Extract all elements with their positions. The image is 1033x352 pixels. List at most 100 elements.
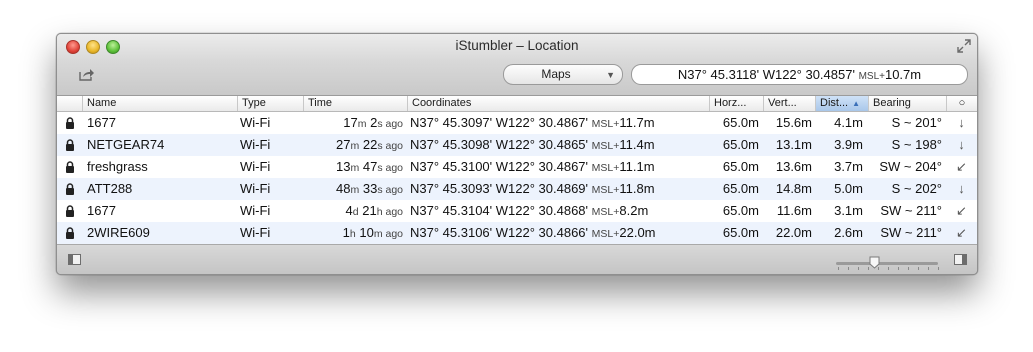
cell-name: 2WIRE609: [87, 225, 150, 240]
cell-vert: 13.6m: [775, 159, 812, 174]
current-location-field[interactable]: N37° 45.3118' W122° 30.4857' MSL+10.7m: [631, 64, 968, 85]
time-unit-2: s ago: [377, 162, 403, 174]
coord-latitude: N37° 45.3098': [410, 137, 493, 152]
cell-time: 1h 10m ago: [307, 222, 403, 244]
cell-coordinates: N37° 45.3100' W122° 30.4867' MSL+11.1m: [410, 156, 708, 178]
time-value-2: 33: [362, 181, 378, 196]
view-mode-popup[interactable]: Maps ▼: [503, 64, 623, 85]
time-unit-2: s ago: [377, 118, 403, 130]
cell-direction-arrow: ↓: [958, 137, 965, 152]
cell-dist: 3.1m: [834, 203, 863, 218]
slider-tick: [858, 267, 859, 270]
bottom-bar: [57, 244, 977, 274]
cell-bearing: S ~ 201°: [891, 115, 942, 130]
window-title: iStumbler – Location: [455, 38, 579, 53]
coord-altitude: 11.1m: [619, 159, 655, 174]
table-row[interactable]: ATT288 Wi-Fi 48m 33s ago N37° 45.3093' W122…: [57, 178, 977, 200]
column-header-vert[interactable]: Vert...: [763, 96, 815, 111]
coord-longitude: W122° 30.4868': [495, 203, 589, 218]
time-value-1: 27: [336, 137, 351, 152]
table-row[interactable]: 1677 Wi-Fi 4d 21h ago N37° 45.3104' W122° 3…: [57, 200, 977, 222]
cell-type: Wi-Fi: [240, 159, 271, 174]
coord-altitude: 11.8m: [619, 181, 655, 196]
column-header-horz[interactable]: Horz...: [709, 96, 763, 111]
cell-time: 13m 47s ago: [307, 156, 403, 178]
time-unit-1: h: [349, 228, 356, 240]
coord-latitude: N37° 45.3106': [410, 225, 493, 240]
cell-direction-arrow: ↓: [958, 181, 965, 196]
coord-latitude: N37° 45.3100': [410, 159, 493, 174]
time-value-1: 1: [342, 225, 350, 240]
column-header-direction[interactable]: ○: [946, 96, 977, 111]
coord-altitude: 11.4m: [619, 137, 655, 152]
cell-type: Wi-Fi: [240, 181, 271, 196]
cell-coordinates: N37° 45.3093' W122° 30.4869' MSL+11.8m: [410, 178, 708, 200]
left-sidebar-icon[interactable]: [68, 254, 81, 265]
chevron-down-icon: ▼: [606, 70, 615, 80]
coord-msl-label: MSL+: [591, 118, 620, 130]
coord-altitude: 22.0m: [619, 225, 656, 240]
lock-icon: [65, 205, 75, 217]
zoom-slider-knob[interactable]: [869, 256, 880, 269]
column-header-dist[interactable]: Dist... ▲: [815, 96, 868, 111]
coord-latitude: N37° 45.3093': [410, 181, 493, 196]
cell-vert: 22.0m: [775, 225, 812, 240]
cell-name: NETGEAR74: [87, 137, 165, 152]
column-header-time[interactable]: Time: [303, 96, 407, 111]
fullscreen-icon[interactable]: [957, 39, 971, 53]
table-row[interactable]: NETGEAR74 Wi-Fi 27m 22s ago N37° 45.3098' W…: [57, 134, 977, 156]
location-latitude: N37° 45.3118': [677, 67, 760, 82]
cell-horz: 65.0m: [722, 137, 759, 152]
cell-bearing: S ~ 202°: [891, 181, 942, 196]
cell-dist: 3.7m: [834, 159, 863, 174]
time-unit-1: m: [357, 118, 367, 130]
right-sidebar-icon[interactable]: [954, 254, 967, 265]
location-msl-label: MSL+: [858, 71, 885, 82]
slider-tick: [928, 267, 929, 270]
slider-tick: [848, 267, 849, 270]
coord-latitude: N37° 45.3104': [410, 203, 493, 218]
time-value-2: 22: [362, 137, 378, 152]
coord-altitude: 8.2m: [619, 203, 649, 218]
column-header-name[interactable]: Name: [82, 96, 237, 111]
cell-horz: 65.0m: [722, 115, 759, 130]
time-unit-1: m: [350, 140, 360, 152]
cell-name: 1677: [87, 203, 116, 218]
coord-msl-label: MSL+: [591, 206, 620, 218]
time-unit-2: s ago: [377, 184, 403, 196]
cell-coordinates: N37° 45.3106' W122° 30.4866' MSL+22.0m: [410, 222, 708, 244]
cell-vert: 13.1m: [775, 137, 812, 152]
table-row[interactable]: freshgrass Wi-Fi 13m 47s ago N37° 45.3100' …: [57, 156, 977, 178]
time-value-2: 21: [362, 203, 377, 218]
column-header-bearing[interactable]: Bearing: [868, 96, 946, 111]
time-value-1: 4: [345, 203, 353, 218]
table-row[interactable]: 2WIRE609 Wi-Fi 1h 10m ago N37° 45.3106' W12…: [57, 222, 977, 244]
cell-name: 1677: [87, 115, 116, 130]
time-unit-2: m ago: [373, 228, 403, 240]
cell-coordinates: N37° 45.3097' W122° 30.4867' MSL+11.7m: [410, 112, 708, 134]
cell-name: ATT288: [87, 181, 133, 196]
toolbar: iStumbler – Location Maps ▼ N37° 45.3118…: [57, 34, 977, 96]
coord-latitude: N37° 45.3097': [410, 115, 493, 130]
share-icon[interactable]: [79, 68, 95, 81]
cell-bearing: SW ~ 211°: [880, 225, 942, 240]
location-longitude: W122° 30.4857': [762, 67, 855, 82]
slider-tick: [908, 267, 909, 270]
coord-altitude: 11.7m: [619, 115, 655, 130]
cell-vert: 11.6m: [776, 203, 812, 218]
slider-tick: [918, 267, 919, 270]
view-mode-value: Maps: [541, 67, 571, 81]
column-header-coordinates[interactable]: Coordinates: [407, 96, 709, 111]
column-header-type[interactable]: Type: [237, 96, 303, 111]
cell-time: 48m 33s ago: [307, 178, 403, 200]
cell-bearing: SW ~ 211°: [880, 203, 942, 218]
cell-horz: 65.0m: [722, 181, 759, 196]
cell-dist: 3.9m: [834, 137, 863, 152]
cell-direction-arrow: ↓: [958, 115, 965, 130]
lock-icon: [65, 117, 75, 129]
cell-vert: 15.6m: [775, 115, 812, 130]
zoom-slider[interactable]: [836, 262, 938, 265]
table-row[interactable]: 1677 Wi-Fi 17m 2s ago N37° 45.3097' W122° 3…: [57, 112, 977, 134]
cell-horz: 65.0m: [722, 203, 759, 218]
cell-name: freshgrass: [87, 159, 148, 174]
